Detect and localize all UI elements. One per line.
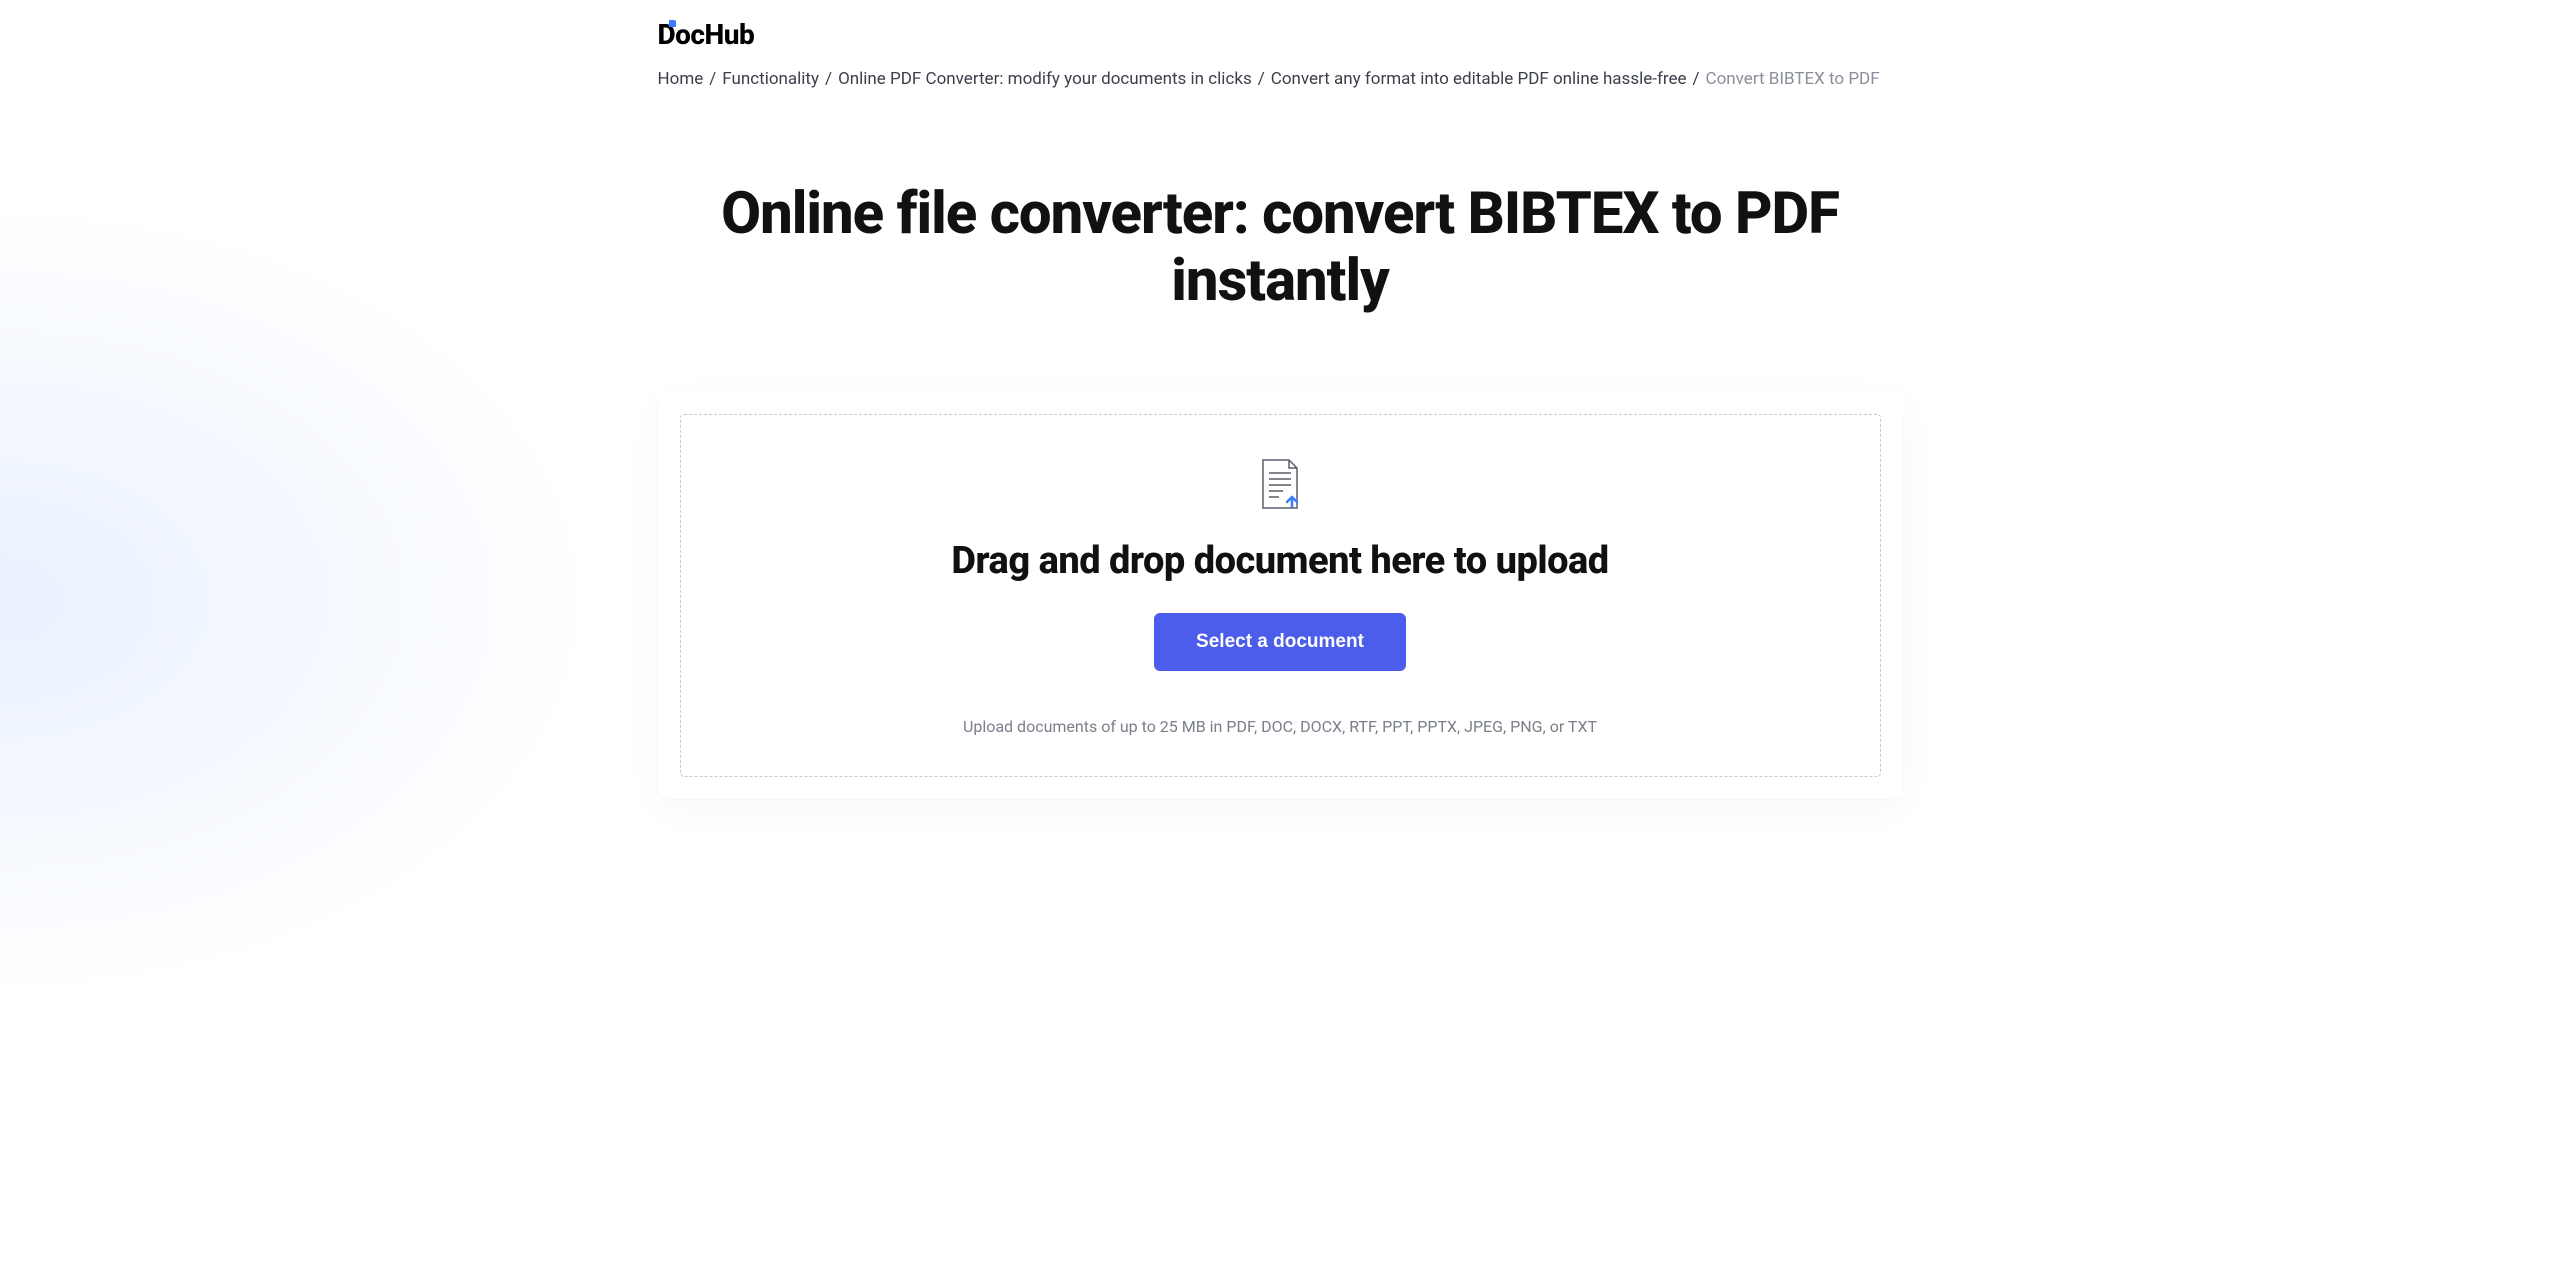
breadcrumb: Home / Functionality / Online PDF Conver… — [658, 69, 1903, 89]
select-document-button[interactable]: Select a document — [1154, 613, 1406, 671]
breadcrumb-converter[interactable]: Online PDF Converter: modify your docume… — [838, 69, 1252, 89]
dropzone-title: Drag and drop document here to upload — [701, 539, 1860, 583]
document-upload-icon — [1259, 459, 1301, 515]
upload-card: Drag and drop document here to upload Se… — [658, 392, 1903, 799]
breadcrumb-separator: / — [1258, 69, 1265, 89]
upload-hint: Upload documents of up to 25 MB in PDF, … — [701, 717, 1860, 736]
breadcrumb-separator: / — [709, 69, 716, 89]
page-title: Online file converter: convert BIBTEX to… — [658, 181, 1903, 314]
logo-text: DocHub — [658, 18, 755, 51]
breadcrumb-separator: / — [1693, 69, 1700, 89]
breadcrumb-current: Convert BIBTEX to PDF — [1706, 69, 1880, 89]
breadcrumb-functionality[interactable]: Functionality — [722, 69, 819, 89]
breadcrumb-home[interactable]: Home — [658, 69, 704, 89]
dropzone[interactable]: Drag and drop document here to upload Se… — [680, 414, 1881, 777]
logo[interactable]: DocHub — [658, 0, 1903, 51]
breadcrumb-separator: / — [825, 69, 832, 89]
breadcrumb-convert-format[interactable]: Convert any format into editable PDF onl… — [1271, 69, 1687, 89]
